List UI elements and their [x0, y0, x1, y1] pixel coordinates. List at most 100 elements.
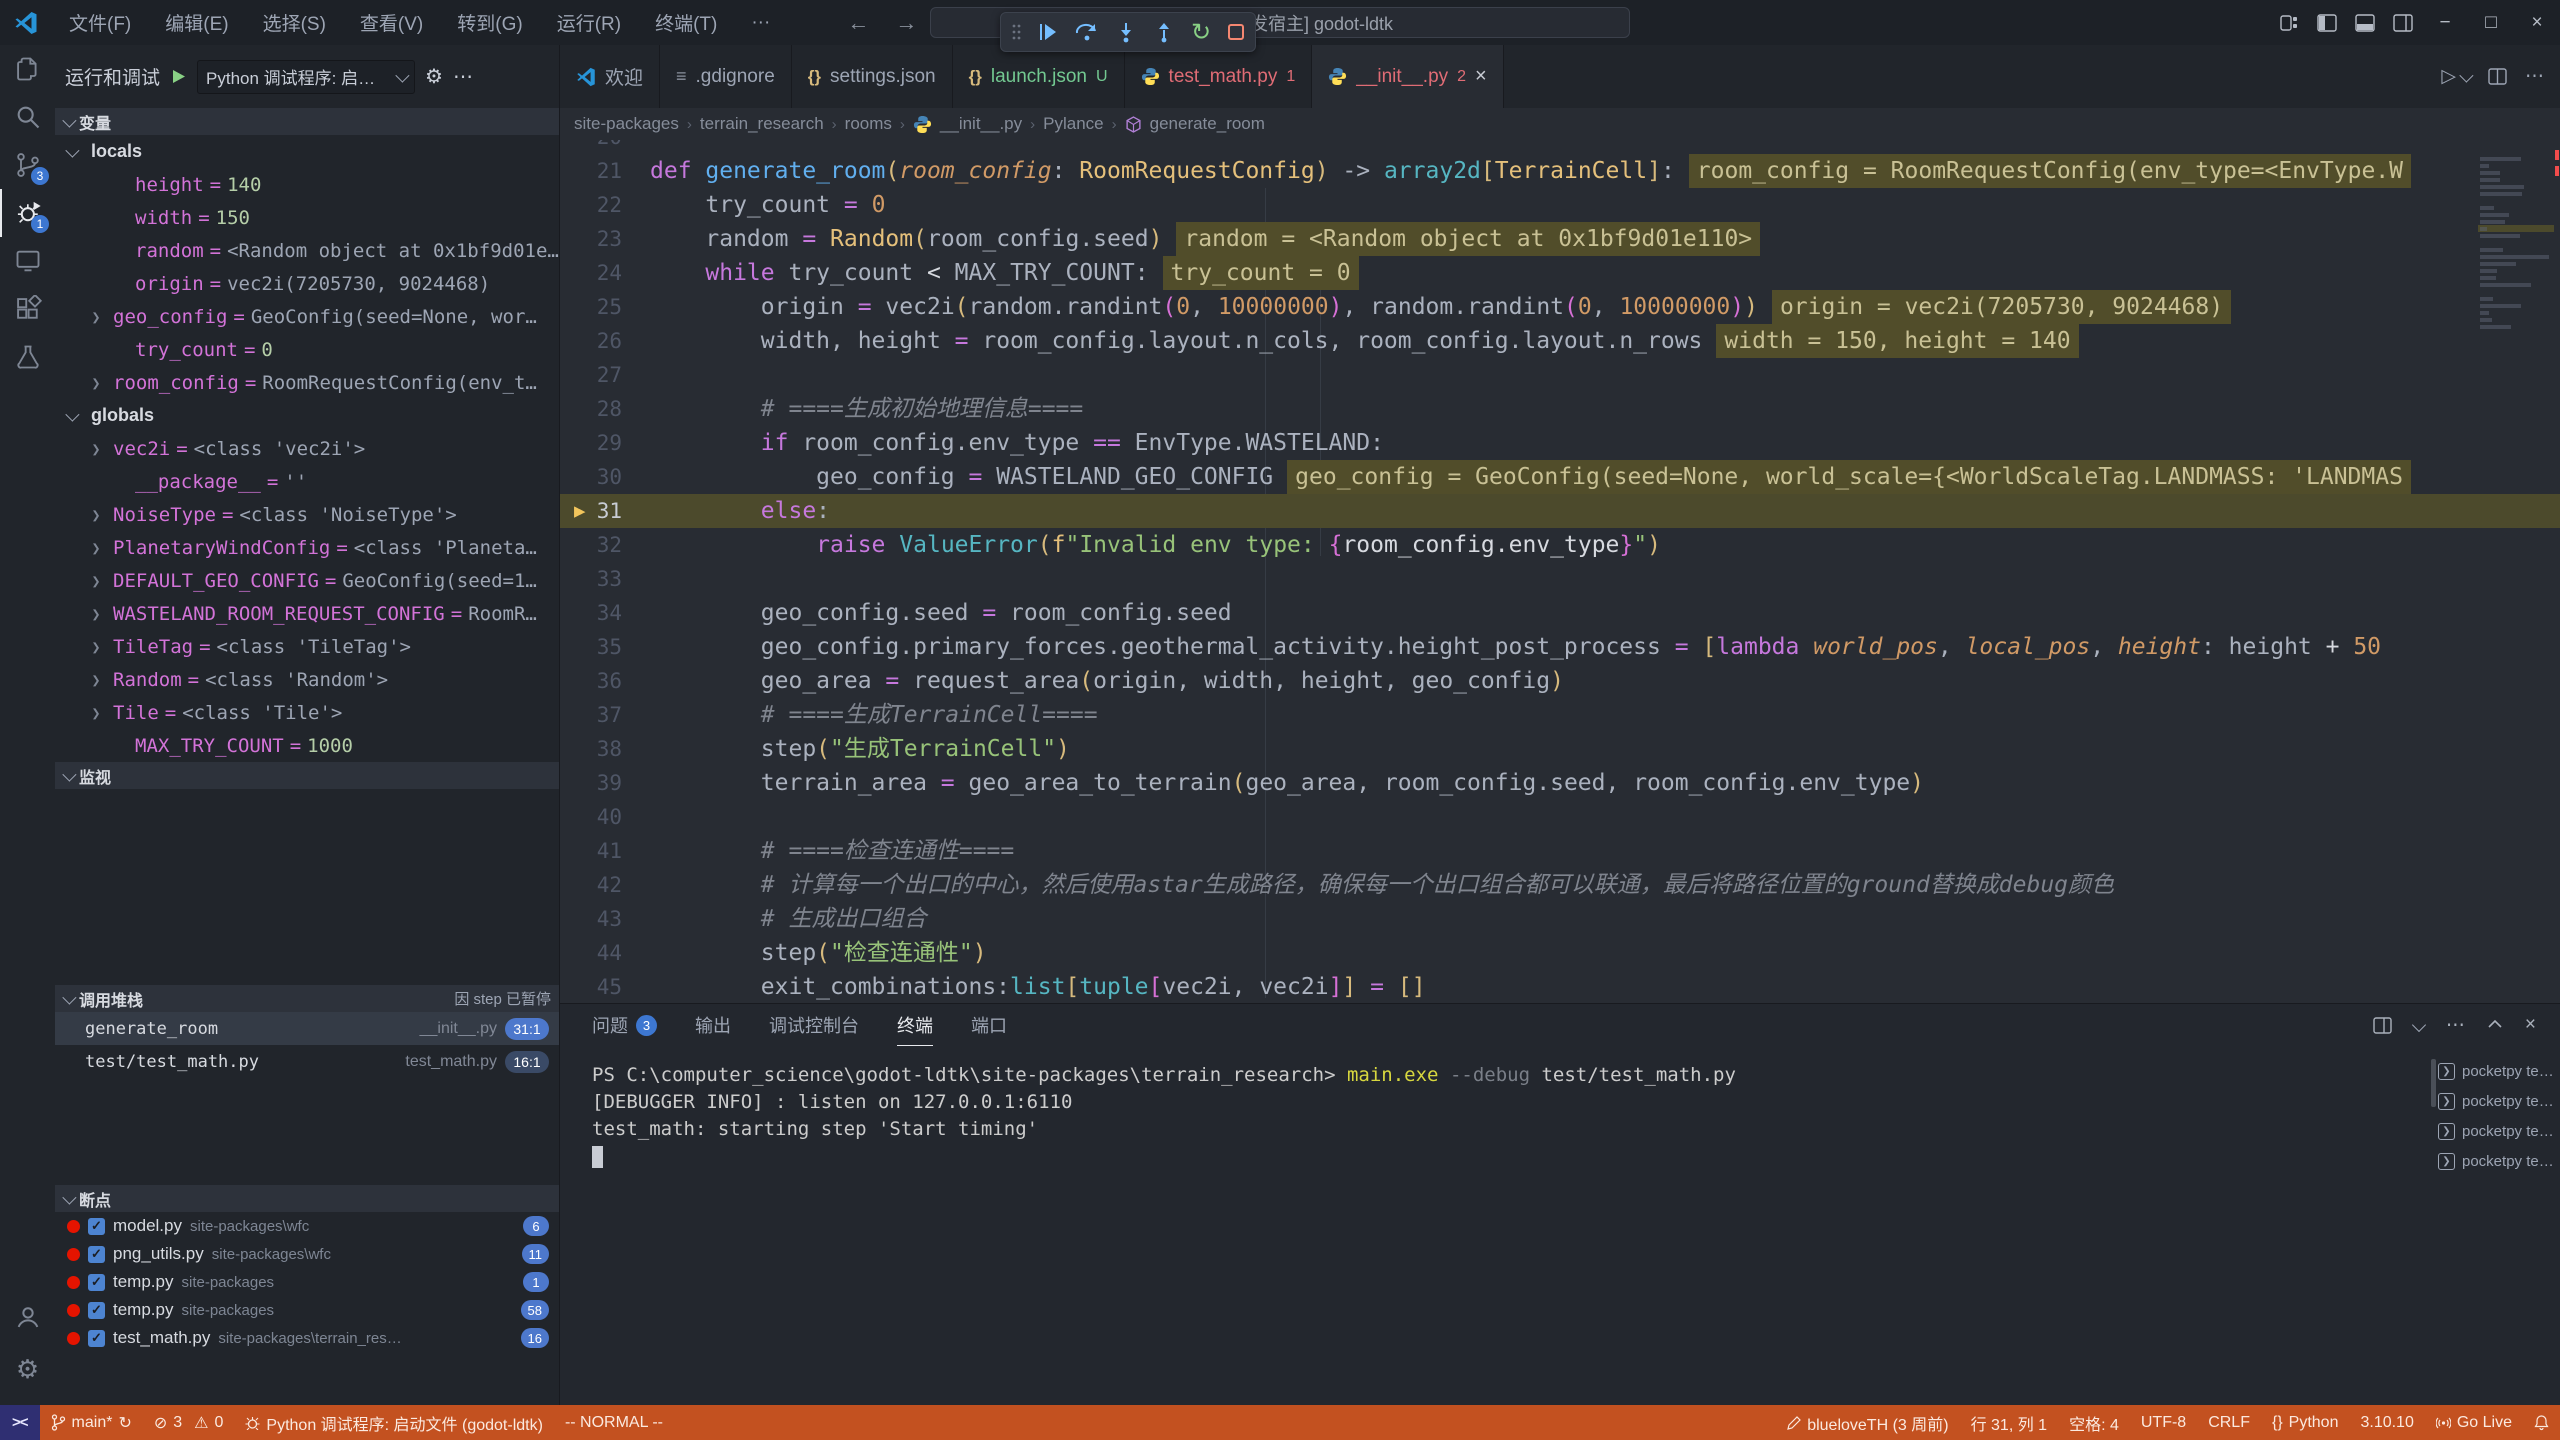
line-number[interactable]: 26: [560, 324, 622, 358]
line-number[interactable]: 37: [560, 698, 622, 732]
chevron-down-icon[interactable]: [2412, 1018, 2426, 1032]
panel-tab-终端[interactable]: 终端: [897, 1004, 933, 1046]
line-number[interactable]: 22: [560, 188, 622, 222]
line-number[interactable]: 27: [560, 358, 622, 392]
menu-item-6[interactable]: 运行(R): [540, 0, 638, 45]
breadcrumb-item[interactable]: __init__.py: [940, 114, 1022, 134]
code-line[interactable]: 22 try_count = 0: [560, 188, 2560, 222]
python-version-item[interactable]: 3.10.10: [2349, 1405, 2424, 1440]
terminal-instance[interactable]: ❯pocketpy te…: [2438, 1146, 2556, 1176]
code-line[interactable]: 30 geo_config = WASTELAND_GEO_CONFIGgeo_…: [560, 460, 2560, 494]
encoding-item[interactable]: UTF-8: [2130, 1405, 2197, 1440]
code-line[interactable]: 35 geo_config.primary_forces.geothermal_…: [560, 630, 2560, 664]
line-number[interactable]: 29: [560, 426, 622, 460]
code-line[interactable]: 42 # 计算每一个出口的中心，然后使用astar生成路径，确保每一个出口组合都…: [560, 868, 2560, 902]
line-number[interactable]: 42: [560, 868, 622, 902]
line-number[interactable]: 40: [560, 800, 622, 834]
drag-handle-icon[interactable]: [1011, 22, 1021, 42]
terminal-instance[interactable]: ❯pocketpy te…: [2438, 1086, 2556, 1116]
maximize-button[interactable]: □: [2468, 0, 2514, 45]
split-editor-icon[interactable]: [2488, 68, 2507, 85]
git-blame-item[interactable]: blueloveTH (3 周前): [1776, 1405, 1959, 1440]
language-mode-item[interactable]: {}Python: [2261, 1405, 2350, 1440]
debug-restart-button[interactable]: ↻: [1191, 18, 1211, 47]
variable-row[interactable]: origin=vec2i(7205730, 9024468): [55, 267, 559, 300]
more-actions-icon[interactable]: ⋯: [453, 64, 473, 89]
scope-row[interactable]: locals: [55, 135, 559, 168]
panel-more-actions-icon[interactable]: ⋯: [2446, 1014, 2465, 1037]
tab-settings.json[interactable]: {}settings.json: [792, 45, 953, 108]
terminal-instance[interactable]: ❯pocketpy te…: [2438, 1116, 2556, 1146]
panel-tab-调试控制台[interactable]: 调试控制台: [769, 1004, 859, 1046]
tab-.gdignore[interactable]: ≡.gdignore: [660, 45, 792, 108]
toggle-panel-icon[interactable]: [2346, 0, 2384, 45]
activity-extensions[interactable]: [0, 285, 55, 333]
minimap[interactable]: [2478, 140, 2554, 1003]
git-branch-item[interactable]: main* ↻: [40, 1405, 143, 1440]
line-number[interactable]: 44: [560, 936, 622, 970]
call-stack-section-header[interactable]: 调用堆栈 因 step 已暂停: [55, 985, 559, 1012]
debug-continue-button[interactable]: [1037, 21, 1059, 43]
code-line[interactable]: 44 step("检查连通性"): [560, 936, 2560, 970]
breakpoint-row[interactable]: ✓temp.pysite-packages1: [55, 1268, 559, 1296]
code-line[interactable]: 40: [560, 800, 2560, 834]
breadcrumb-item[interactable]: Pylance: [1043, 114, 1103, 134]
line-number[interactable]: 45: [560, 970, 622, 1003]
debug-settings-gear-icon[interactable]: ⚙: [425, 64, 443, 89]
code-line[interactable]: 23 random = Random(room_config.seed)rand…: [560, 222, 2560, 256]
variable-row[interactable]: ❯DEFAULT_GEO_CONFIG=GeoConfig(seed=1…: [55, 564, 559, 597]
toggle-secondary-sidebar-icon[interactable]: [2384, 0, 2422, 45]
code-line[interactable]: 45 exit_combinations:list[tuple[vec2i, v…: [560, 970, 2560, 1003]
line-number[interactable]: 23: [560, 222, 622, 256]
variables-section-header[interactable]: 变量: [55, 108, 559, 135]
variable-row[interactable]: width=150: [55, 201, 559, 234]
tab-__init__.py[interactable]: __init__.py2×: [1312, 45, 1504, 108]
line-number[interactable]: 35: [560, 630, 622, 664]
code-line[interactable]: 34 geo_config.seed = room_config.seed: [560, 596, 2560, 630]
problems-item[interactable]: ⊘3 ⚠0: [143, 1405, 235, 1440]
menu-item-3[interactable]: 选择(S): [246, 0, 343, 45]
panel-tab-端口[interactable]: 端口: [971, 1004, 1007, 1046]
terminal-scrollbar[interactable]: [2431, 1059, 2436, 1107]
notifications-bell-icon[interactable]: [2523, 1405, 2560, 1440]
variable-row[interactable]: random=<Random object at 0x1bf9d01e…: [55, 234, 559, 267]
terminal-output[interactable]: PS C:\computer_science\godot-ldtk\site-p…: [592, 1062, 2422, 1170]
code-line[interactable]: 20: [560, 140, 2560, 154]
toggle-sidebar-icon[interactable]: [2308, 0, 2346, 45]
debug-step-out-button[interactable]: [1153, 21, 1175, 43]
breadcrumb-item[interactable]: rooms: [845, 114, 892, 134]
breadcrumb-item[interactable]: terrain_research: [700, 114, 824, 134]
tab-launch.json[interactable]: {}launch.jsonU: [953, 45, 1125, 108]
activity-testing[interactable]: [0, 333, 55, 381]
tab-close-icon[interactable]: ×: [1475, 65, 1487, 88]
variable-row[interactable]: ❯vec2i=<class 'vec2i'>: [55, 432, 559, 465]
line-number[interactable]: 33: [560, 562, 622, 596]
code-line[interactable]: 38 step("生成TerrainCell"): [560, 732, 2560, 766]
activity-account[interactable]: [0, 1291, 55, 1343]
breakpoints-section-header[interactable]: 断点: [55, 1185, 559, 1212]
breadcrumb[interactable]: site-packages›terrain_research›rooms›__i…: [560, 108, 2560, 140]
line-number[interactable]: 43: [560, 902, 622, 936]
code-line[interactable]: 43 # 生成出口组合: [560, 902, 2560, 936]
breadcrumb-item[interactable]: site-packages: [574, 114, 679, 134]
variable-row[interactable]: ❯room_config=RoomRequestConfig(env_t…: [55, 366, 559, 399]
run-python-file-icon[interactable]: ▷: [2441, 65, 2470, 88]
line-number[interactable]: 39: [560, 766, 622, 800]
variable-row[interactable]: height=140: [55, 168, 559, 201]
breakpoint-checkbox[interactable]: ✓: [88, 1302, 105, 1319]
menu-item-2[interactable]: 编辑(E): [148, 0, 245, 45]
nav-back-icon[interactable]: ←: [847, 10, 869, 36]
line-number[interactable]: 28: [560, 392, 622, 426]
code-line[interactable]: 24 while try_count < MAX_TRY_COUNT:try_c…: [560, 256, 2560, 290]
breadcrumb-item[interactable]: generate_room: [1150, 114, 1265, 134]
line-number[interactable]: 32: [560, 528, 622, 562]
editor-more-actions-icon[interactable]: ⋯: [2525, 65, 2544, 88]
line-number[interactable]: 20: [560, 140, 622, 154]
watch-section-header[interactable]: 监视: [55, 762, 559, 789]
nav-forward-icon[interactable]: →: [895, 10, 917, 36]
menu-item-1[interactable]: 文件(F): [52, 0, 148, 45]
code-line[interactable]: 33: [560, 562, 2560, 596]
variable-row[interactable]: ❯Tile=<class 'Tile'>: [55, 696, 559, 729]
code-line[interactable]: 21def generate_room(room_config: RoomReq…: [560, 154, 2560, 188]
activity-settings-gear[interactable]: ⚙: [0, 1343, 55, 1395]
